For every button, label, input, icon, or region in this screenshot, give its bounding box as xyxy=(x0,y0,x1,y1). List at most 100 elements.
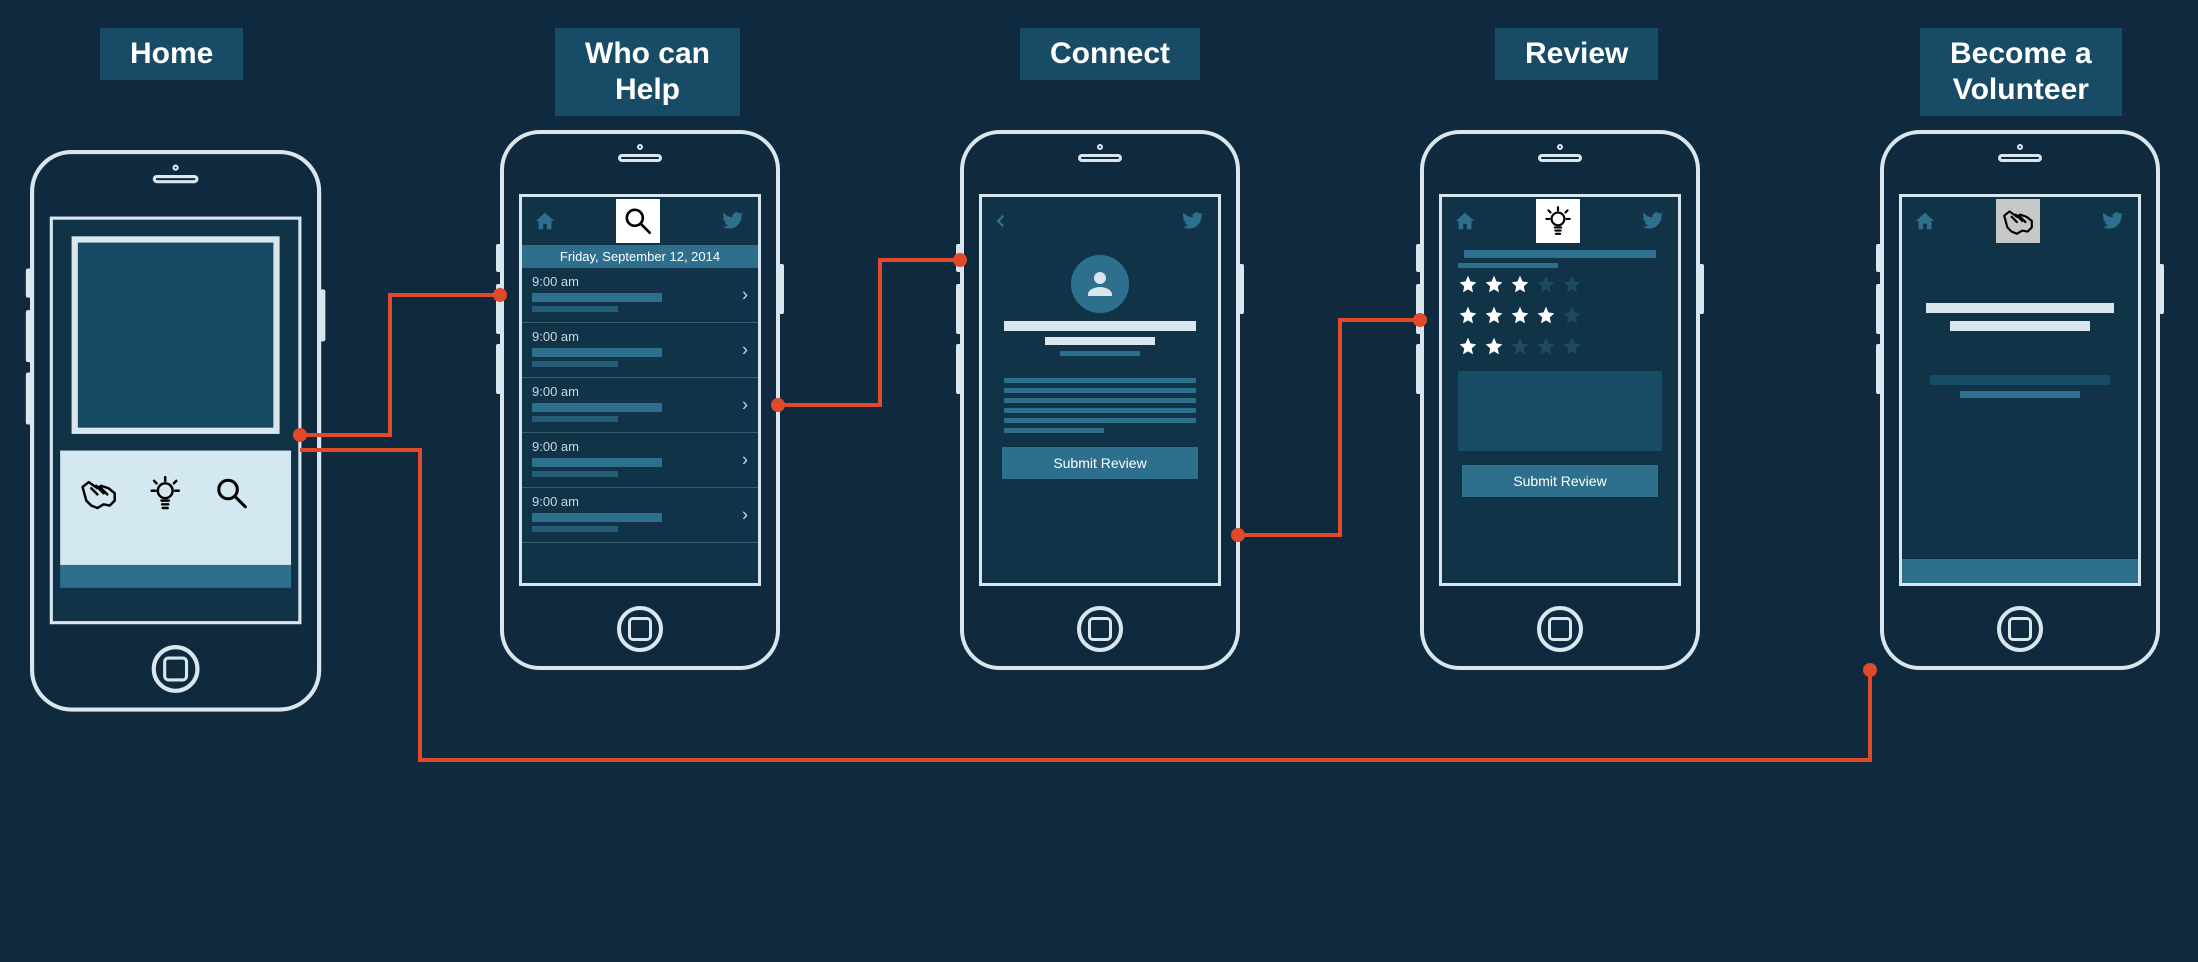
star-icon[interactable] xyxy=(1562,336,1582,361)
placeholder-line xyxy=(1930,375,2110,385)
submit-review-button[interactable]: Submit Review xyxy=(1002,447,1198,479)
chevron-right-icon: › xyxy=(742,340,748,361)
star-icon[interactable] xyxy=(1484,305,1504,330)
star-icon[interactable] xyxy=(1484,336,1504,361)
phone-home-button[interactable] xyxy=(1997,606,2043,652)
star-icon[interactable] xyxy=(1562,305,1582,330)
placeholder-line xyxy=(1004,321,1196,331)
home-bottom-bar xyxy=(60,565,291,588)
list-item[interactable]: 9:00 am› xyxy=(522,488,758,543)
phone-volunteer xyxy=(1880,130,2160,670)
home-icon[interactable] xyxy=(534,210,556,232)
connect-screen: Submit Review xyxy=(979,194,1221,586)
star-icon[interactable] xyxy=(1458,305,1478,330)
title-home: Home xyxy=(100,28,243,80)
phone-connect: Submit Review xyxy=(960,130,1240,670)
home-screen xyxy=(50,217,302,625)
placeholder-line xyxy=(1960,391,2080,398)
list-item[interactable]: 9:00 am› xyxy=(522,378,758,433)
placeholder-line xyxy=(1004,398,1196,403)
help-screen: Friday, September 12, 2014 9:00 am›9:00 … xyxy=(519,194,761,586)
star-icon[interactable] xyxy=(1510,274,1530,299)
title-volunteer: Become a Volunteer xyxy=(1920,28,2122,116)
handshake-icon[interactable] xyxy=(79,473,119,518)
chevron-right-icon: › xyxy=(742,285,748,306)
placeholder-line xyxy=(1060,351,1140,356)
star-icon[interactable] xyxy=(1536,274,1556,299)
placeholder-line xyxy=(1004,408,1196,413)
star-rating-row[interactable] xyxy=(1458,274,1662,299)
bottom-bar xyxy=(1902,559,2138,583)
twitter-icon[interactable] xyxy=(1640,210,1666,232)
phone-home-button[interactable] xyxy=(617,606,663,652)
handshake-icon[interactable] xyxy=(1996,199,2040,243)
phone-help: Friday, September 12, 2014 9:00 am›9:00 … xyxy=(500,130,780,670)
star-rating-row[interactable] xyxy=(1458,305,1662,330)
title-help: Who can Help xyxy=(555,28,740,116)
chevron-right-icon: › xyxy=(742,450,748,471)
phone-home-button[interactable] xyxy=(152,645,200,693)
star-icon[interactable] xyxy=(1536,305,1556,330)
home-icon[interactable] xyxy=(1454,210,1476,232)
avatar-icon xyxy=(1071,255,1129,313)
home-icon[interactable] xyxy=(1914,210,1936,232)
home-icon-bar xyxy=(60,451,291,565)
lightbulb-icon[interactable] xyxy=(145,473,185,518)
twitter-icon[interactable] xyxy=(2100,210,2126,232)
twitter-icon[interactable] xyxy=(1180,210,1206,232)
placeholder-line xyxy=(532,526,618,532)
search-icon[interactable] xyxy=(212,473,252,518)
back-icon[interactable] xyxy=(994,210,1008,232)
placeholder-line xyxy=(532,403,662,412)
chevron-right-icon: › xyxy=(742,505,748,526)
chevron-right-icon: › xyxy=(742,395,748,416)
list-item-time: 9:00 am xyxy=(532,439,748,454)
phone-review: Submit Review xyxy=(1420,130,1700,670)
home-hero-card xyxy=(72,236,280,434)
star-icon[interactable] xyxy=(1484,274,1504,299)
placeholder-line xyxy=(1004,388,1196,393)
list-item-time: 9:00 am xyxy=(532,494,748,509)
star-icon[interactable] xyxy=(1562,274,1582,299)
list-item[interactable]: 9:00 am› xyxy=(522,268,758,323)
placeholder-line xyxy=(532,513,662,522)
review-text-box[interactable] xyxy=(1458,371,1662,451)
placeholder-line xyxy=(1045,337,1155,345)
placeholder-line xyxy=(532,306,618,312)
list-item-time: 9:00 am xyxy=(532,274,748,289)
placeholder-line xyxy=(1004,418,1196,423)
search-icon[interactable] xyxy=(616,199,660,243)
star-icon[interactable] xyxy=(1458,274,1478,299)
lightbulb-icon[interactable] xyxy=(1536,199,1580,243)
title-connect: Connect xyxy=(1020,28,1200,80)
review-screen: Submit Review xyxy=(1439,194,1681,586)
volunteer-screen xyxy=(1899,194,2141,586)
phone-home-button[interactable] xyxy=(1077,606,1123,652)
placeholder-line xyxy=(1464,250,1656,258)
placeholder-line xyxy=(532,458,662,467)
submit-review-button[interactable]: Submit Review xyxy=(1462,465,1658,497)
placeholder-line xyxy=(532,416,618,422)
placeholder-line xyxy=(532,348,662,357)
star-icon[interactable] xyxy=(1510,305,1530,330)
list-item-time: 9:00 am xyxy=(532,329,748,344)
twitter-icon[interactable] xyxy=(720,210,746,232)
star-icon[interactable] xyxy=(1510,336,1530,361)
star-icon[interactable] xyxy=(1536,336,1556,361)
phone-home xyxy=(30,150,321,712)
phone-home-button[interactable] xyxy=(1537,606,1583,652)
date-header: Friday, September 12, 2014 xyxy=(522,245,758,268)
placeholder-line xyxy=(1004,378,1196,383)
list-item[interactable]: 9:00 am› xyxy=(522,323,758,378)
list-item[interactable]: 9:00 am› xyxy=(522,433,758,488)
star-icon[interactable] xyxy=(1458,336,1478,361)
placeholder-line xyxy=(1926,303,2114,313)
placeholder-line xyxy=(532,471,618,477)
placeholder-line xyxy=(532,293,662,302)
placeholder-line xyxy=(1458,263,1558,268)
star-rating-row[interactable] xyxy=(1458,336,1662,361)
list-item-time: 9:00 am xyxy=(532,384,748,399)
title-review: Review xyxy=(1495,28,1658,80)
placeholder-line xyxy=(1004,428,1104,433)
placeholder-line xyxy=(1950,321,2090,331)
